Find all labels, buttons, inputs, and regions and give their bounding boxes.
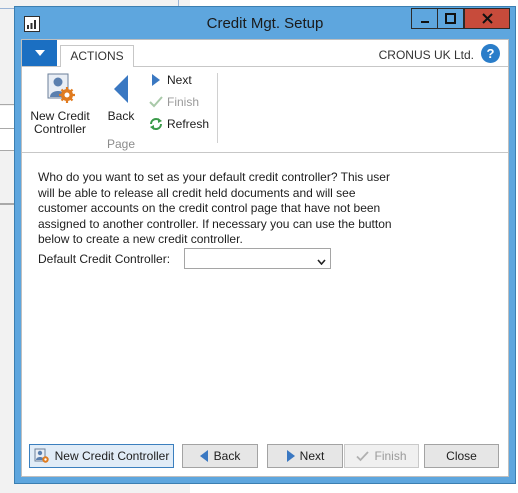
ribbon-new-credit-controller-button[interactable]: New Credit Controller bbox=[28, 71, 92, 136]
application-menu-button[interactable] bbox=[22, 40, 57, 66]
page-content: Who do you want to set as your default c… bbox=[22, 154, 508, 424]
next-arrow-icon bbox=[286, 450, 295, 462]
ribbon-tab-row: ACTIONS CRONUS UK Ltd. ? bbox=[22, 40, 508, 68]
finish-button[interactable]: Finish bbox=[344, 444, 419, 468]
ribbon-refresh-label: Refresh bbox=[167, 117, 210, 131]
button-bar: New Credit Controller Back Next Finish C… bbox=[22, 440, 508, 476]
back-button[interactable]: Back bbox=[182, 444, 258, 468]
background-divider bbox=[0, 128, 14, 129]
chevron-down-icon bbox=[317, 254, 326, 268]
ribbon-new-credit-controller-label: New Credit Controller bbox=[30, 109, 90, 136]
title-bar[interactable]: Credit Mgt. Setup bbox=[15, 7, 515, 39]
finish-label: Finish bbox=[374, 449, 407, 463]
checkmark-icon bbox=[148, 94, 164, 110]
dialog-client-area: ACTIONS CRONUS UK Ltd. ? New Credit Cont… bbox=[21, 39, 509, 477]
ribbon-finish-button[interactable]: Finish bbox=[148, 93, 199, 111]
default-credit-controller-label: Default Credit Controller: bbox=[38, 252, 171, 266]
next-button[interactable]: Next bbox=[267, 444, 343, 468]
back-arrow-icon bbox=[102, 71, 140, 107]
close-button[interactable]: Close bbox=[424, 444, 499, 468]
tab-actions[interactable]: ACTIONS bbox=[60, 45, 134, 68]
help-icon[interactable]: ? bbox=[481, 44, 500, 63]
company-name: CRONUS UK Ltd. bbox=[378, 48, 474, 62]
ribbon-next-button[interactable]: Next bbox=[148, 71, 192, 89]
ribbon-next-label: Next bbox=[167, 73, 192, 87]
background-divider bbox=[0, 203, 14, 205]
close-window-button[interactable] bbox=[464, 8, 510, 29]
new-credit-controller-label: New Credit Controller bbox=[54, 449, 170, 463]
ribbon-back-label: Back bbox=[107, 109, 135, 123]
user-gear-icon bbox=[34, 448, 50, 464]
back-arrow-icon bbox=[199, 450, 209, 462]
instructions-text: Who do you want to set as your default c… bbox=[38, 170, 392, 246]
chevron-down-icon bbox=[34, 50, 45, 56]
next-arrow-icon bbox=[148, 72, 164, 88]
refresh-icon bbox=[148, 116, 164, 132]
dialog-window: Credit Mgt. Setup ACTIONS CRONUS UK Ltd.… bbox=[14, 6, 516, 484]
ribbon-back-button[interactable]: Back bbox=[102, 71, 140, 123]
ribbon-refresh-button[interactable]: Refresh bbox=[148, 115, 209, 133]
ribbon: New Credit Controller Back Next Finish R… bbox=[22, 67, 508, 153]
background-divider bbox=[0, 104, 14, 105]
background-divider bbox=[0, 150, 14, 151]
minimize-button[interactable] bbox=[411, 8, 438, 29]
back-label: Back bbox=[213, 449, 241, 463]
next-label: Next bbox=[299, 449, 325, 463]
new-credit-controller-button[interactable]: New Credit Controller bbox=[29, 444, 174, 468]
maximize-button[interactable] bbox=[437, 8, 464, 29]
ribbon-group-label: Page bbox=[107, 137, 136, 151]
ribbon-finish-label: Finish bbox=[167, 95, 200, 109]
user-gear-icon bbox=[28, 71, 92, 107]
checkmark-icon bbox=[356, 450, 370, 462]
ribbon-separator bbox=[217, 73, 218, 143]
default-credit-controller-select[interactable] bbox=[184, 248, 331, 269]
